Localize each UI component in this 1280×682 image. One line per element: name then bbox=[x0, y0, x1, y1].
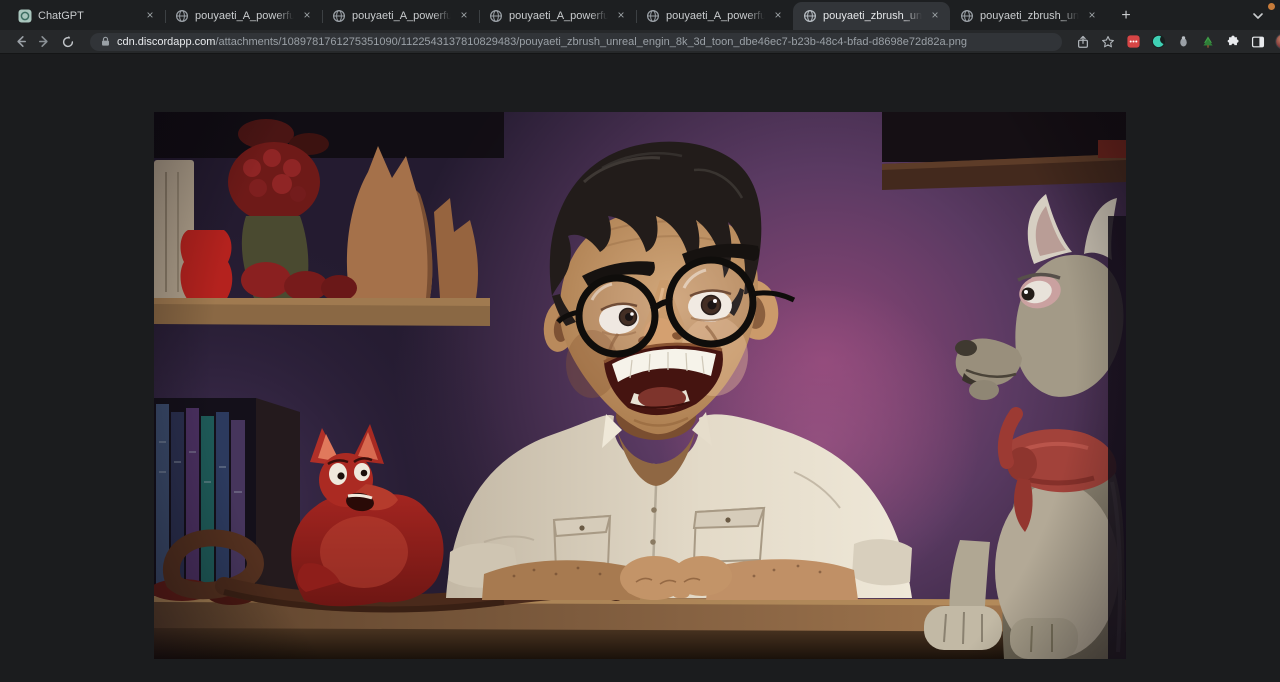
extension-grey-icon[interactable] bbox=[1174, 33, 1192, 51]
browser-toolbar: cdn.discordapp.com/attachments/108978176… bbox=[0, 30, 1280, 54]
tab-search-chevron-icon[interactable] bbox=[1250, 8, 1266, 24]
extension-red-grid-icon[interactable] bbox=[1124, 33, 1142, 51]
new-tab-button[interactable]: + bbox=[1113, 3, 1139, 29]
tab-title: pouyaeti_A_powerful_modern bbox=[352, 10, 451, 22]
chatgpt-icon bbox=[18, 9, 32, 23]
url-path: /attachments/1089781761275351090/1122543… bbox=[215, 36, 967, 48]
tab-discord-6[interactable]: pouyaeti_zbrush_unreal_engin × bbox=[950, 2, 1107, 30]
side-panel-icon[interactable] bbox=[1249, 33, 1267, 51]
close-icon[interactable]: × bbox=[614, 9, 628, 23]
bookmark-star-icon[interactable] bbox=[1099, 33, 1117, 51]
vignette bbox=[154, 112, 1126, 659]
dark-mode-moon-icon[interactable] bbox=[1149, 33, 1167, 51]
url-text: cdn.discordapp.com/attachments/108978176… bbox=[117, 36, 967, 48]
tab-title: ChatGPT bbox=[38, 10, 137, 22]
tab-chatgpt[interactable]: ChatGPT × bbox=[8, 2, 165, 30]
tab-discord-2[interactable]: pouyaeti_A_powerful_modern × bbox=[322, 2, 479, 30]
lock-icon[interactable] bbox=[100, 36, 111, 47]
notification-dot bbox=[1268, 3, 1275, 10]
forward-icon[interactable] bbox=[34, 32, 54, 52]
extensions-puzzle-icon[interactable] bbox=[1224, 33, 1242, 51]
tab-discord-3[interactable]: pouyaeti_A_powerful_modern × bbox=[479, 2, 636, 30]
close-icon[interactable]: × bbox=[300, 9, 314, 23]
reload-icon[interactable] bbox=[58, 32, 78, 52]
displayed-image[interactable] bbox=[154, 112, 1126, 659]
toolbar-icons bbox=[1074, 33, 1280, 51]
close-icon[interactable]: × bbox=[1085, 9, 1099, 23]
globe-icon bbox=[960, 9, 974, 23]
globe-icon bbox=[175, 9, 189, 23]
close-icon[interactable]: × bbox=[143, 9, 157, 23]
tab-strip: ChatGPT × pouyaeti_A_powerful_modern × p… bbox=[0, 0, 1280, 30]
tab-discord-4[interactable]: pouyaeti_A_powerful_modern × bbox=[636, 2, 793, 30]
back-icon[interactable] bbox=[10, 32, 30, 52]
globe-icon bbox=[489, 9, 503, 23]
tab-discord-1[interactable]: pouyaeti_A_powerful_modern × bbox=[165, 2, 322, 30]
tab-discord-5-active[interactable]: pouyaeti_zbrush_unreal_engin × bbox=[793, 2, 950, 30]
tree-extension-icon[interactable] bbox=[1199, 33, 1217, 51]
tab-title: pouyaeti_A_powerful_modern bbox=[195, 10, 294, 22]
globe-icon bbox=[803, 9, 817, 23]
url-address-bar[interactable]: cdn.discordapp.com/attachments/108978176… bbox=[90, 33, 1062, 51]
close-icon[interactable]: × bbox=[928, 9, 942, 23]
url-domain: cdn.discordapp.com bbox=[117, 36, 215, 48]
tab-title: pouyaeti_zbrush_unreal_engin bbox=[823, 10, 922, 22]
tab-title: pouyaeti_A_powerful_modern bbox=[666, 10, 765, 22]
globe-icon bbox=[646, 9, 660, 23]
share-icon[interactable] bbox=[1074, 33, 1092, 51]
close-icon[interactable]: × bbox=[771, 9, 785, 23]
globe-icon bbox=[332, 9, 346, 23]
tab-title: pouyaeti_A_powerful_modern bbox=[509, 10, 608, 22]
profile-avatar[interactable] bbox=[1274, 33, 1280, 51]
close-icon[interactable]: × bbox=[457, 9, 471, 23]
tab-title: pouyaeti_zbrush_unreal_engin bbox=[980, 10, 1079, 22]
image-viewer-page bbox=[0, 54, 1280, 681]
